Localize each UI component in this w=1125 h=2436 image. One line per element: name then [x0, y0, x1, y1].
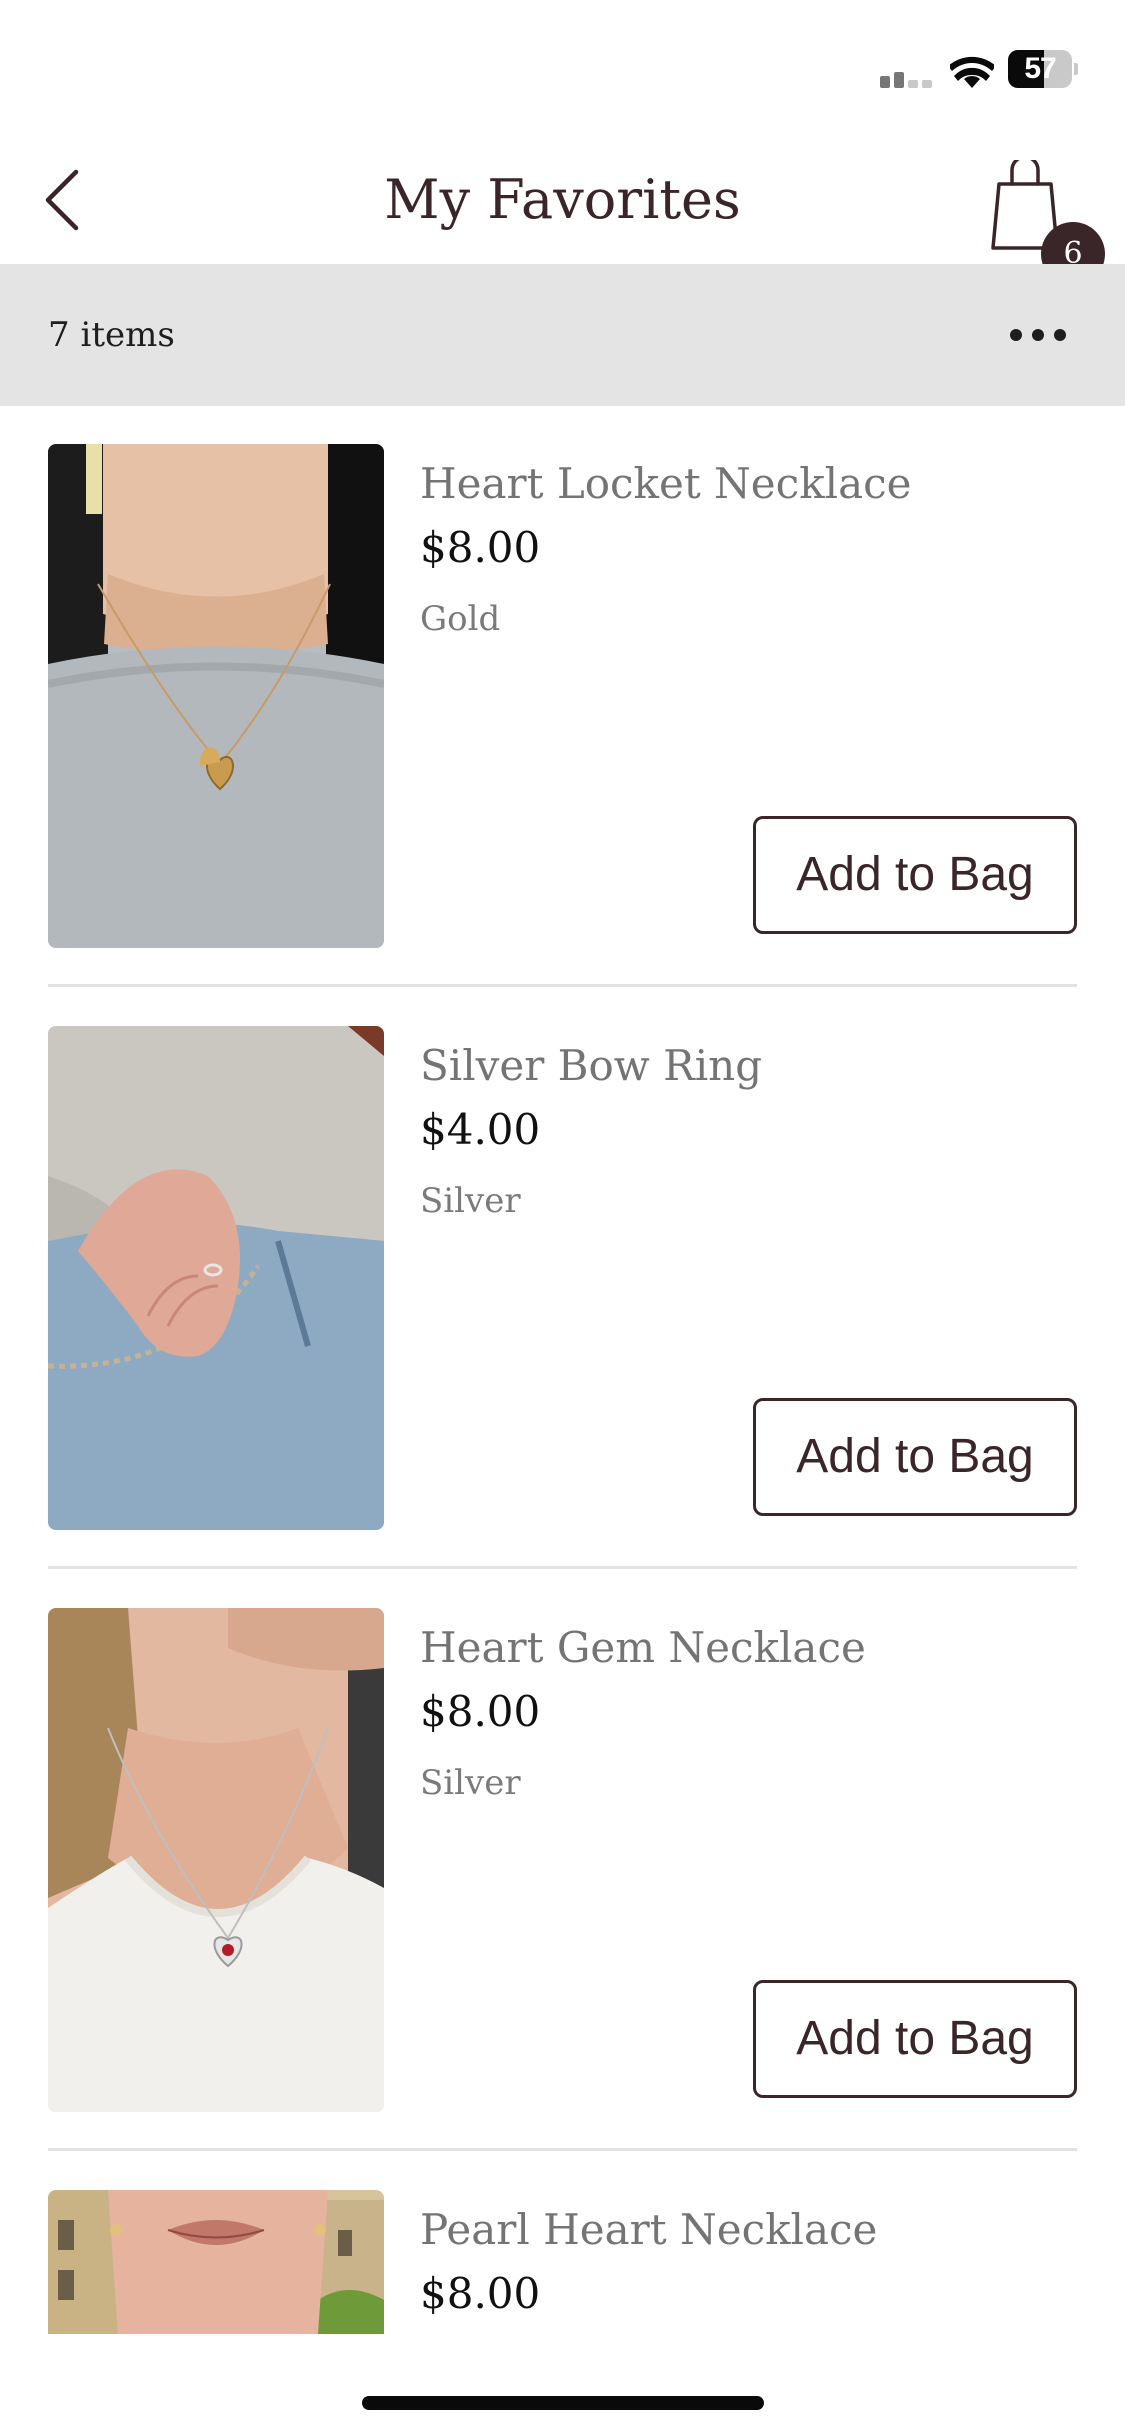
divider [48, 1566, 1077, 1569]
add-to-bag-button[interactable]: Add to Bag [753, 1980, 1077, 2098]
favorites-header: 7 items [0, 264, 1125, 406]
product-color: Silver [420, 1181, 521, 1221]
product-image-silver-bow-ring[interactable] [48, 1026, 384, 1530]
back-button[interactable] [36, 162, 100, 238]
hand-in-jeans-pocket-wearing-silver-bow-ring [48, 1026, 384, 1530]
nav-bar: My Favorites 6 [0, 132, 1125, 286]
product-price: $8.00 [420, 1687, 541, 1736]
favorite-item: Silver Bow Ring $4.00 Silver Add to Bag [48, 1026, 1077, 1530]
product-color: Gold [420, 599, 501, 639]
page-title: My Favorites [384, 168, 741, 231]
cellular-signal-icon [880, 68, 934, 88]
items-count: 7 items [48, 315, 175, 355]
woman-wearing-silver-heart-gem-necklace [48, 1608, 384, 2112]
woman-wearing-gold-heart-locket-necklace [48, 444, 384, 948]
product-price: $8.00 [420, 523, 541, 572]
more-options-button[interactable] [1000, 310, 1076, 360]
product-name[interactable]: Pearl Heart Necklace [420, 2202, 877, 2258]
divider [48, 2148, 1077, 2151]
favorite-item: Heart Gem Necklace $8.00 Silver Add to B… [48, 1608, 1077, 2112]
chevron-left-icon [45, 169, 79, 231]
add-to-bag-button[interactable]: Add to Bag [753, 1398, 1077, 1516]
favorite-item: Heart Locket Necklace $8.00 Gold Add to … [48, 444, 1077, 948]
favorite-item: Pearl Heart Necklace $8.00 [48, 2190, 1077, 2334]
product-name[interactable]: Heart Locket Necklace [420, 456, 912, 512]
status-bar: 57 [0, 0, 1125, 132]
wifi-icon [950, 56, 994, 88]
product-color: Silver [420, 1763, 521, 1803]
battery-icon: 57 [1008, 50, 1078, 88]
battery-level-text: 57 [1024, 52, 1056, 85]
product-price: $4.00 [420, 1105, 541, 1154]
add-to-bag-button[interactable]: Add to Bag [753, 816, 1077, 934]
product-price: $8.00 [420, 2269, 541, 2318]
woman-face-crop-pearl-heart-necklace [48, 2190, 384, 2334]
product-name[interactable]: Heart Gem Necklace [420, 1620, 866, 1676]
product-image-pearl-heart-necklace[interactable] [48, 2190, 384, 2334]
product-name[interactable]: Silver Bow Ring [420, 1038, 762, 1094]
home-indicator[interactable] [362, 2396, 764, 2410]
product-image-heart-locket-necklace[interactable] [48, 444, 384, 948]
product-image-heart-gem-necklace[interactable] [48, 1608, 384, 2112]
divider [48, 984, 1077, 987]
shopping-bag-button[interactable]: 6 [985, 160, 1105, 286]
